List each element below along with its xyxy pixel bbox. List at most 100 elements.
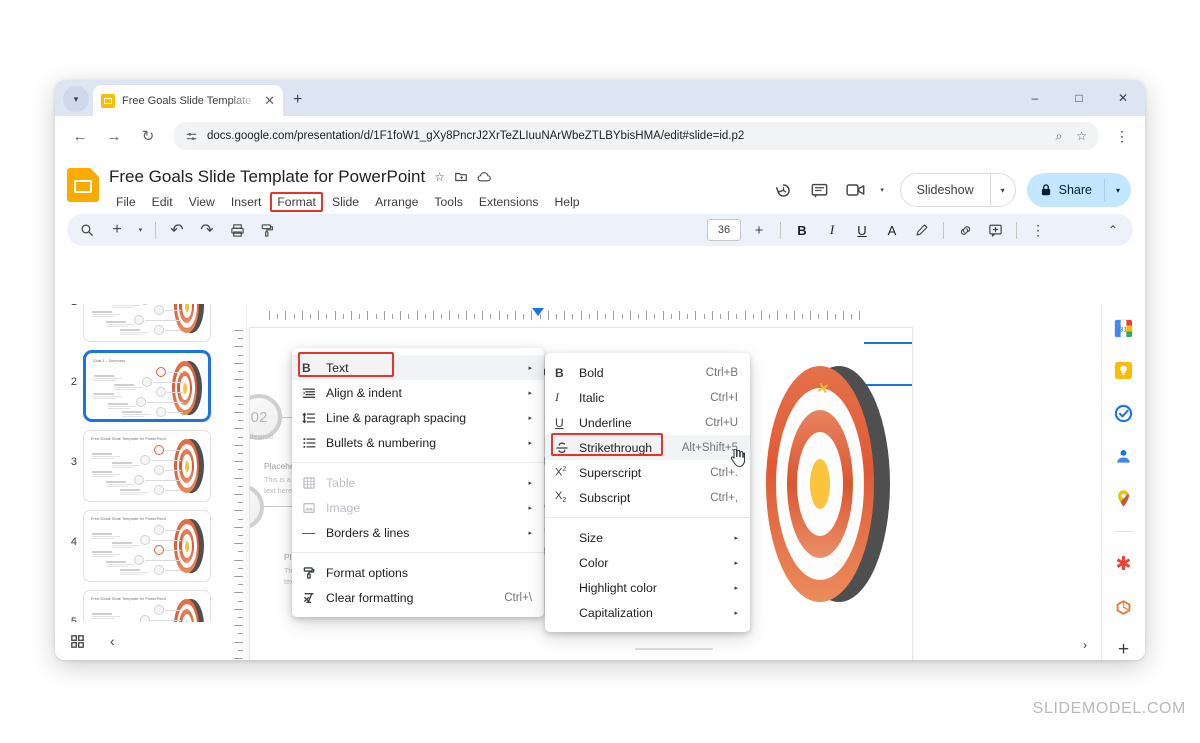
star-icon[interactable]: ☆ (434, 170, 445, 184)
menu-item-underline[interactable]: U Underline Ctrl+U (545, 410, 750, 435)
menu-tools[interactable]: Tools (427, 192, 469, 212)
filmstrip-scroll[interactable]: 1 Free Goals Slide Template for PowerPoin… (55, 304, 230, 622)
menu-slide[interactable]: Slide (325, 192, 366, 212)
add-comment-icon[interactable] (981, 216, 1009, 244)
menu-item-capitalization[interactable]: Capitalization ▸ (545, 600, 750, 625)
document-title[interactable]: Free Goals Slide Template for PowerPoint (109, 167, 425, 187)
print-icon[interactable] (223, 216, 251, 244)
menu-file[interactable]: File (109, 192, 143, 212)
zoom-icon[interactable]: ⌕ (1056, 129, 1063, 144)
move-to-folder-icon[interactable] (454, 170, 468, 184)
redo-icon[interactable]: ↷ (193, 216, 221, 244)
increase-font-size-button[interactable]: + (745, 216, 773, 244)
google-calendar-icon[interactable]: 31 (1113, 318, 1135, 339)
text-submenu-dropdown[interactable]: B Bold Ctrl+B I Italic Ctrl+I U Underline Ctrl+U… (545, 353, 750, 632)
menu-item-highlight-color[interactable]: Highlight color ▸ (545, 575, 750, 600)
slide-thumbnail-selected[interactable]: Goal 1 - Summary (83, 350, 211, 422)
expand-side-panel-icon[interactable]: › (1083, 638, 1087, 652)
filmstrip-item[interactable]: 2 Goal 1 - Summary (55, 346, 230, 426)
new-slide-caret-icon[interactable]: ▾ (133, 217, 148, 243)
share-caret-icon[interactable]: ▾ (1105, 186, 1131, 195)
google-maps-icon[interactable] (1113, 489, 1135, 510)
reload-button[interactable]: ↻ (133, 121, 163, 151)
filmstrip-item[interactable]: 4 Free Goals Slide Template for PowerPoin… (55, 506, 230, 586)
menu-extensions[interactable]: Extensions (472, 192, 546, 212)
more-options-icon[interactable]: ⋮ (1024, 216, 1052, 244)
grid-view-icon[interactable] (71, 634, 84, 648)
browser-menu-kebab-icon[interactable]: ⋮ (1109, 123, 1135, 149)
menu-item-format-options[interactable]: Format options (292, 560, 544, 585)
menu-item-align-indent[interactable]: Align & indent ▸ (292, 380, 544, 405)
menu-help[interactable]: Help (548, 192, 587, 212)
addon-orange-icon[interactable] (1113, 597, 1135, 618)
slideshow-caret-icon[interactable]: ▾ (991, 186, 1015, 195)
menu-item-superscript[interactable]: X2 Superscript Ctrl+. (545, 460, 750, 485)
menu-edit[interactable]: Edit (145, 192, 180, 212)
tab-close-icon[interactable]: ✕ (264, 94, 275, 107)
text-color-button[interactable]: A (878, 216, 906, 244)
font-size-input[interactable]: 36 (707, 219, 741, 241)
underline-button[interactable]: U (848, 216, 876, 244)
new-slide-button[interactable]: + (103, 216, 131, 244)
comment-icon[interactable] (803, 173, 837, 207)
back-button[interactable]: ← (65, 121, 95, 151)
placeholder-block[interactable]: Placeholder This is a sample text. Inser… (250, 418, 284, 453)
forward-button[interactable]: → (99, 121, 129, 151)
slide-thumbnail[interactable]: Free Goals Slide Template for PowerPoint (83, 590, 211, 622)
url-bar[interactable]: docs.google.com/presentation/d/1F1foW1_g… (173, 122, 1099, 150)
highlight-pen-icon[interactable] (908, 216, 936, 244)
menu-item-bullets-numbering[interactable]: Bullets & numbering ▸ (292, 430, 544, 455)
filmstrip-item[interactable]: 5 Free Goals Slide Template for PowerPoin… (55, 586, 230, 622)
google-tasks-icon[interactable] (1113, 403, 1135, 424)
collapse-toolbar-icon[interactable]: ⌃ (1099, 216, 1127, 244)
tab-search-chevron-icon[interactable]: ▾ (63, 86, 89, 112)
speaker-notes-handle[interactable] (635, 648, 713, 650)
undo-icon[interactable]: ↶ (163, 216, 191, 244)
google-contacts-icon[interactable] (1113, 446, 1135, 467)
addon-asterisk-icon[interactable]: ✱ (1113, 554, 1135, 575)
share-button[interactable]: Share ▾ (1026, 173, 1131, 207)
browser-tab[interactable]: Free Goals Slide Template for P ✕ (93, 85, 283, 116)
menu-item-line-paragraph-spacing[interactable]: Line & paragraph spacing ▸ (292, 405, 544, 430)
menu-item-italic[interactable]: I Italic Ctrl+I (545, 385, 750, 410)
menu-item-strikethrough[interactable]: Strikethrough Alt+Shift+5 (545, 435, 750, 460)
horizontal-ruler[interactable] (247, 304, 1101, 322)
slideshow-button[interactable]: Slideshow ▾ (899, 173, 1016, 207)
slide-thumbnail[interactable]: Free Goals Slide Template for PowerPoint (83, 304, 211, 342)
search-icon[interactable] (73, 216, 101, 244)
bold-button[interactable]: B (788, 216, 816, 244)
slide-thumbnail[interactable]: Free Goals Slide Template for PowerPoint (83, 510, 211, 582)
meet-icon[interactable] (839, 173, 873, 207)
menu-view[interactable]: View (182, 192, 222, 212)
slide-thumbnail[interactable]: Free Goals Slide Template for PowerPoint (83, 430, 211, 502)
filmstrip-item[interactable]: 3 Free Goals Slide Template for PowerPoin… (55, 426, 230, 506)
bookmark-star-icon[interactable]: ☆ (1076, 129, 1087, 143)
window-maximize-button[interactable]: □ (1057, 80, 1101, 116)
menu-insert[interactable]: Insert (224, 192, 268, 212)
indent-marker-icon[interactable] (532, 308, 544, 316)
new-tab-button[interactable]: + (293, 92, 302, 108)
filmstrip-item[interactable]: 1 Free Goals Slide Template for PowerPoin… (55, 304, 230, 346)
menu-item-clear-formatting[interactable]: Clear formatting Ctrl+\ (292, 585, 544, 610)
menu-item-text[interactable]: B Text ▸ (292, 355, 544, 380)
menu-item-color[interactable]: Color ▸ (545, 550, 750, 575)
menu-item-subscript[interactable]: X2 Subscript Ctrl+, (545, 485, 750, 510)
menu-item-bold[interactable]: B Bold Ctrl+B (545, 360, 750, 385)
site-settings-icon[interactable] (185, 130, 198, 143)
meet-caret-icon[interactable]: ▾ (875, 177, 890, 203)
menu-item-borders-lines[interactable]: — Borders & lines ▸ (292, 520, 544, 545)
menu-format[interactable]: Format (270, 192, 323, 212)
get-addons-icon[interactable]: + (1113, 639, 1135, 660)
cloud-saved-icon[interactable] (477, 170, 492, 184)
menu-arrange[interactable]: Arrange (368, 192, 425, 212)
link-icon[interactable] (951, 216, 979, 244)
paint-format-icon[interactable] (253, 216, 281, 244)
menu-item-size[interactable]: Size ▸ (545, 525, 750, 550)
goal-circle-04[interactable]: 04 (250, 484, 264, 530)
window-minimize-button[interactable]: – (1013, 80, 1057, 116)
format-menu-dropdown[interactable]: B Text ▸ Align & indent ▸ Line & paragraph sp… (292, 348, 544, 617)
google-keep-icon[interactable] (1113, 361, 1135, 382)
collapse-filmstrip-icon[interactable]: ‹ (110, 633, 115, 649)
italic-button[interactable]: I (818, 216, 846, 244)
window-close-button[interactable]: ✕ (1101, 80, 1145, 116)
